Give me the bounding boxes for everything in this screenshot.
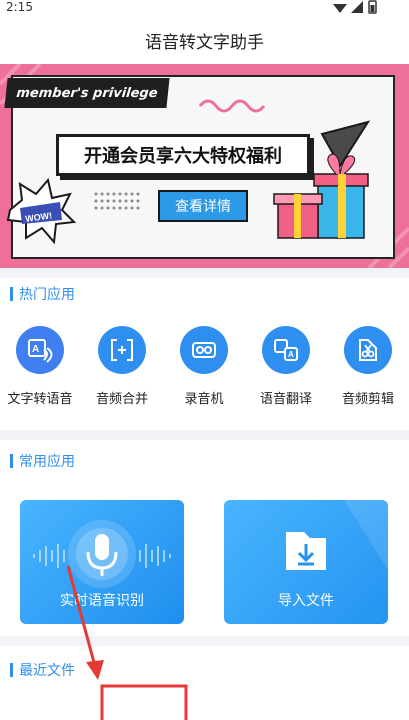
hot-app-voice-translate[interactable]: A 语音翻译 bbox=[246, 326, 326, 407]
common-apps-title: 常用应用 bbox=[19, 454, 75, 470]
hot-app-label: 录音机 bbox=[184, 392, 224, 407]
wifi-icon bbox=[333, 4, 347, 13]
realtime-recognition-label: 实时语音识别 bbox=[60, 593, 144, 609]
hot-app-recorder[interactable]: 录音机 bbox=[164, 326, 244, 407]
import-file-label: 导入文件 bbox=[278, 593, 334, 609]
svg-text:A: A bbox=[288, 350, 294, 359]
audio-merge-icon bbox=[98, 326, 146, 374]
divider bbox=[0, 430, 409, 440]
audio-edit-icon bbox=[344, 326, 392, 374]
hot-apps-header: 热门应用 bbox=[10, 284, 75, 304]
text-to-speech-icon: A bbox=[16, 326, 64, 374]
svg-text:A: A bbox=[32, 344, 39, 355]
divider bbox=[0, 636, 409, 646]
recent-files-title: 最近文件 bbox=[19, 663, 75, 679]
signal-icon bbox=[351, 1, 363, 13]
status-time: 2:15 bbox=[6, 0, 33, 14]
title-bar: 语音转文字助手 bbox=[0, 18, 409, 62]
hot-app-label: 音频剪辑 bbox=[341, 392, 394, 407]
view-details-button[interactable]: 查看详情 bbox=[158, 190, 248, 222]
hot-app-label: 语音翻译 bbox=[259, 392, 312, 407]
common-apps-header: 常用应用 bbox=[10, 451, 75, 471]
hot-apps-grid: A 文字转语音 音频合并 录音机 A 语音翻译 音频剪辑 bbox=[0, 326, 409, 422]
status-bar: 2:15 bbox=[0, 0, 409, 18]
promo-banner[interactable]: WOW! member's privilege 开通会员享六大特权福利 查看详情 bbox=[0, 64, 409, 268]
hot-app-text-to-speech[interactable]: A 文字转语音 bbox=[0, 326, 80, 407]
banner-headline: 开通会员享六大特权福利 bbox=[56, 134, 310, 176]
annotation-box bbox=[100, 684, 188, 720]
realtime-recognition-card[interactable]: 实时语音识别 bbox=[20, 500, 184, 624]
hot-apps-title: 热门应用 bbox=[19, 287, 75, 303]
page-title: 语音转文字助手 bbox=[145, 32, 264, 53]
import-file-card[interactable]: 导入文件 bbox=[224, 500, 388, 624]
status-icons bbox=[333, 0, 377, 14]
recorder-icon bbox=[180, 326, 228, 374]
voice-translate-icon: A bbox=[262, 326, 310, 374]
recent-files-header: 最近文件 bbox=[10, 660, 75, 680]
hot-app-label: 音频合并 bbox=[95, 392, 148, 407]
member-privilege-label: member's privilege bbox=[4, 78, 170, 108]
hot-app-audio-edit[interactable]: 音频剪辑 bbox=[328, 326, 408, 407]
divider bbox=[0, 268, 409, 278]
hot-app-audio-merge[interactable]: 音频合并 bbox=[82, 326, 162, 407]
hot-app-label: 文字转语音 bbox=[7, 392, 73, 407]
